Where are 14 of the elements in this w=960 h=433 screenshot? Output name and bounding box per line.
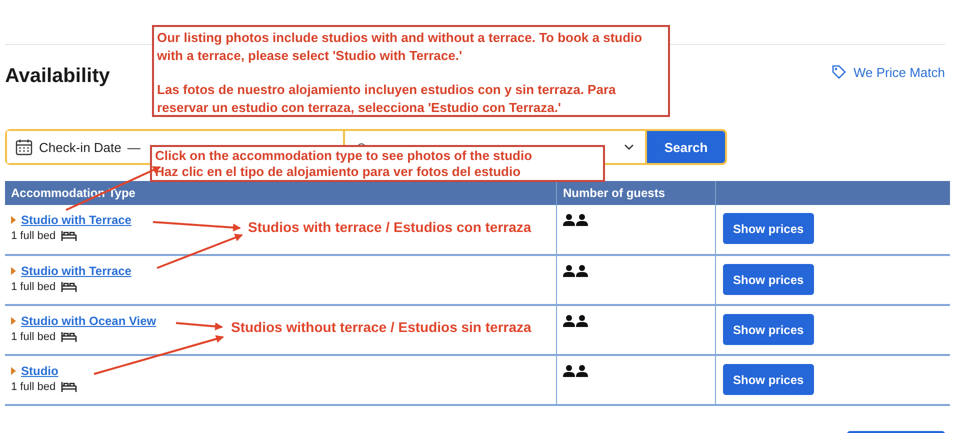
notice-english: Our listing photos include studios with and without a terrace. To book a studio with a terrace, please select 'Studio with Terrace.' (157, 29, 644, 64)
date-separator: — (127, 140, 140, 154)
notice-spanish: Las fotos de nuestro alojamiento incluyen estudios con y sin terraza. Para reservar un estudio con terraza, selecciona 'Estudio con Terraza.' (157, 81, 617, 116)
bed-count: 1 full bed (11, 331, 56, 343)
bed-count: 1 full bed (11, 381, 56, 393)
bed-count: 1 full bed (11, 230, 56, 242)
column-header: Number of guests (556, 181, 716, 205)
check-in-text: Check-in Date (39, 140, 122, 154)
bed-count: 1 full bed (11, 281, 56, 293)
no-terrace-label: Studios without terrace / Estudios sin terraza (230, 319, 532, 335)
hint-line: Click on the accommodation type to see photos of the studio (155, 148, 534, 164)
availability-heading: Availability (5, 64, 110, 88)
column-header: Accommodation Type (5, 181, 556, 205)
terrace-label: Studios with terrace / Estudios con terraza (247, 219, 532, 235)
